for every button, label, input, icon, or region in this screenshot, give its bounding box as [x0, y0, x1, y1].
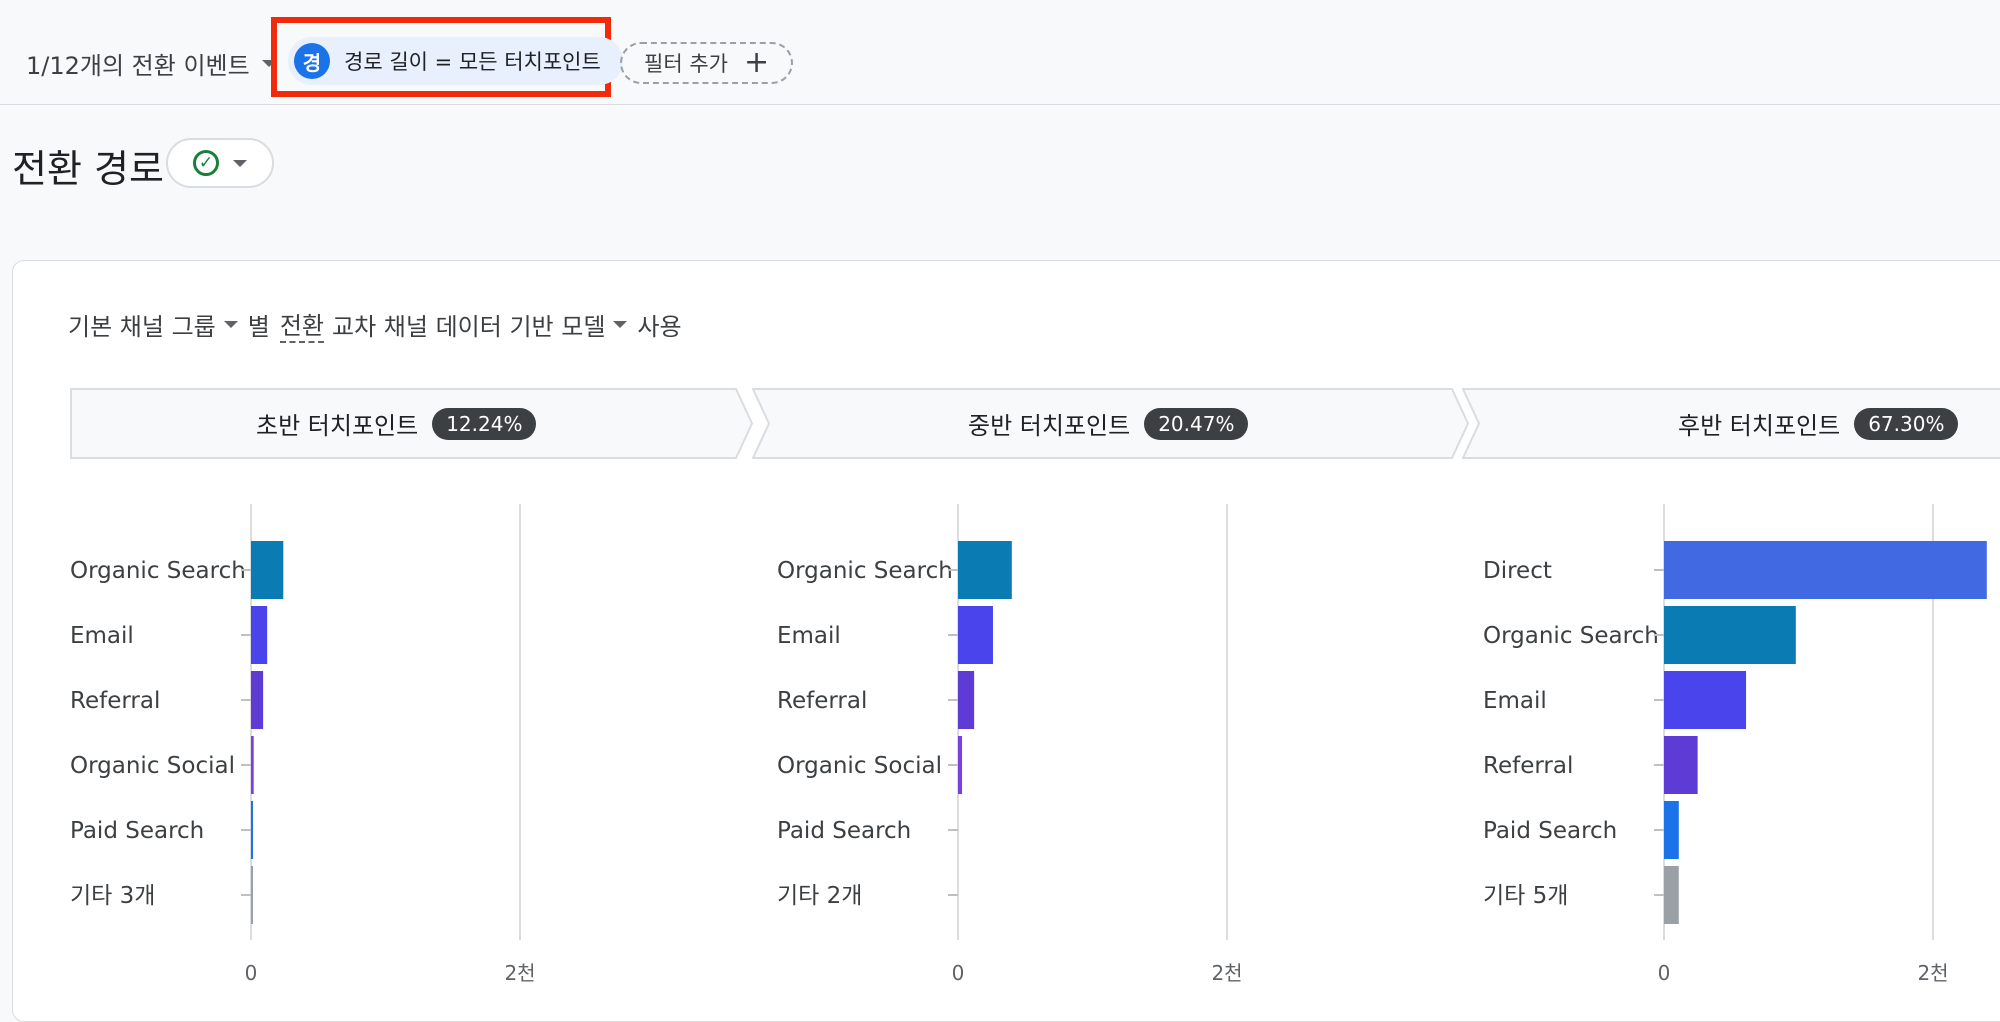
dimension-label: 기본 채널 그룹: [68, 313, 216, 341]
stage-middle: 중반 터치포인트 20.47%: [752, 388, 1472, 459]
late-touchpoints-chart: Direct Organic Search Email Referral Paid Se…: [1473, 500, 2000, 1004]
bar: [1664, 671, 1747, 729]
path-length-filter-chip[interactable]: 경 경로 길이 = 모든 터치포인트: [288, 37, 623, 85]
bar: [958, 606, 993, 664]
bar-chart-late: Direct Organic Search Email Referral Paid Se…: [1483, 504, 1987, 985]
category-label: Organic Social: [70, 753, 235, 779]
tick-label: 2천: [504, 961, 535, 985]
tick-label: 2천: [1211, 961, 1242, 985]
bar: [251, 606, 268, 664]
category-label: Email: [1483, 688, 1547, 714]
stage-label: 초반 터치포인트: [256, 412, 419, 440]
category-label: Organic Search: [1483, 623, 1659, 649]
bar: [1664, 801, 1679, 859]
add-filter-button[interactable]: 필터 추가 +: [620, 42, 794, 84]
dimension-dropdown[interactable]: 기본 채널 그룹: [68, 307, 238, 342]
stage-percent-badge: 20.47%: [1144, 407, 1249, 440]
status-dropdown[interactable]: ✓: [166, 138, 274, 188]
category-label: Paid Search: [70, 818, 204, 844]
bar: [1664, 606, 1796, 664]
bar-chart-middle: Organic Search Email Referral Organic Socia…: [777, 504, 1243, 985]
category-label: Organic Search: [777, 558, 953, 584]
stage-early-heading: 초반 터치포인트 12.24%: [256, 388, 537, 459]
chevron-down-icon: [613, 321, 628, 328]
category-label: Direct: [1483, 558, 1552, 584]
bar: [251, 736, 254, 794]
category-label: 기타 3개: [70, 883, 155, 909]
bar-chart-early: Organic Search Email Referral Organic Socia…: [70, 504, 536, 985]
early-touchpoints-chart: Organic Search Email Referral Organic Socia…: [60, 500, 620, 1004]
category-label: Organic Search: [70, 558, 246, 584]
add-filter-label: 필터 추가: [644, 52, 728, 76]
stage-percent-badge: 67.30%: [1854, 407, 1959, 440]
stage-percent-badge: 12.24%: [432, 407, 537, 440]
category-label: 기타 2개: [777, 883, 862, 909]
tick-label: 0: [952, 961, 965, 985]
category-label: Paid Search: [777, 818, 911, 844]
page-title: 전환 경로: [12, 147, 164, 191]
stage-label: 후반 터치포인트: [1678, 412, 1841, 440]
bar: [1664, 866, 1679, 924]
category-label: Referral: [1483, 753, 1573, 779]
bar: [251, 671, 264, 729]
bar: [958, 736, 963, 794]
filter-chip-label: 경로 길이 = 모든 터치포인트: [344, 50, 601, 74]
tick-label: 0: [1658, 961, 1671, 985]
conversion-label: 전환: [279, 306, 325, 343]
bar: [958, 541, 1012, 599]
model-config-row: 기본 채널 그룹 별 전환 교차 채널 데이터 기반 모델 사용: [68, 306, 682, 343]
stage-early: 초반 터치포인트 12.24%: [70, 388, 760, 459]
stage-late: 후반 터치포인트 67.30%: [1462, 388, 2000, 459]
tick-label: 0: [245, 961, 258, 985]
category-label: 기타 5개: [1483, 883, 1568, 909]
plus-icon: +: [743, 45, 770, 80]
tick-label: 2천: [1917, 961, 1948, 985]
category-label: Organic Social: [777, 753, 942, 779]
by-label: 별: [247, 313, 270, 341]
category-label: Referral: [777, 688, 867, 714]
chevron-down-icon: [233, 159, 247, 167]
attribution-model-dropdown[interactable]: 전환 교차 채널 데이터 기반 모델: [279, 306, 628, 343]
bar: [251, 541, 284, 599]
stage-label: 중반 터치포인트: [968, 412, 1131, 440]
category-label: Email: [777, 623, 841, 649]
conversion-events-label: 1/12개의 전환 이벤트: [26, 52, 250, 80]
bar: [1664, 541, 1987, 599]
chevron-down-icon: [223, 321, 238, 328]
stage-middle-heading: 중반 터치포인트 20.47%: [968, 388, 1249, 459]
category-label: Referral: [70, 688, 160, 714]
middle-touchpoints-chart: Organic Search Email Referral Organic Socia…: [767, 500, 1327, 1004]
use-label: 사용: [637, 313, 682, 341]
bar: [958, 671, 975, 729]
model-label: 교차 채널 데이터 기반 모델: [332, 313, 606, 341]
category-label: Email: [70, 623, 134, 649]
bar: [1664, 736, 1698, 794]
filter-avatar-icon: 경: [294, 43, 330, 79]
bar: [251, 801, 253, 859]
stage-late-heading: 후반 터치포인트 67.30%: [1678, 388, 1959, 459]
category-label: Paid Search: [1483, 818, 1617, 844]
bar: [251, 866, 253, 924]
conversion-events-dropdown[interactable]: 1/12개의 전환 이벤트: [26, 46, 276, 81]
check-circle-icon: ✓: [193, 150, 219, 176]
